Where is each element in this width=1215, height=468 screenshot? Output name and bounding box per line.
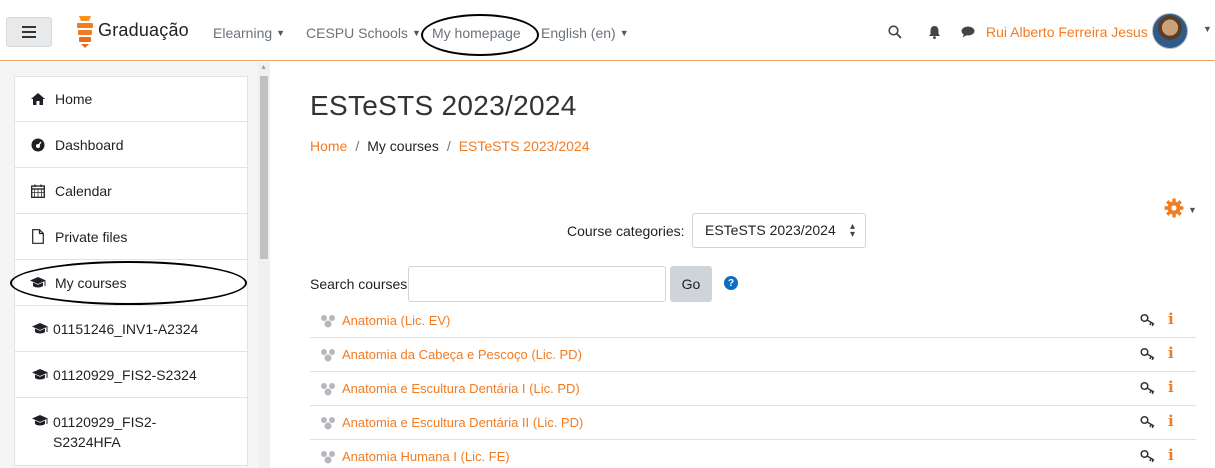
select-arrows-icon: ▴ ▾ <box>849 221 855 240</box>
sidebar-item-my-courses[interactable]: My courses <box>14 260 248 306</box>
gear-icon[interactable] <box>1164 198 1184 218</box>
course-row: Anatomia e Escultura Dentária I (Lic. PD… <box>310 372 1196 406</box>
breadcrumb-separator: / <box>446 138 451 154</box>
nav-my-homepage-label: My homepage <box>432 25 521 41</box>
course-row: Anatomia e Escultura Dentária II (Lic. P… <box>310 406 1196 440</box>
course-link[interactable]: Anatomia e Escultura Dentária I (Lic. PD… <box>342 381 580 396</box>
info-icon[interactable]: i <box>1168 412 1174 430</box>
nav-cespu-schools[interactable]: CESPU Schools ▼ <box>306 25 421 41</box>
nav-elearning[interactable]: Elearning ▼ <box>213 25 285 41</box>
nav-my-homepage[interactable]: My homepage <box>432 25 521 41</box>
sidebar-item-course[interactable]: 01151246_INV1-A2324 <box>14 306 248 352</box>
course-link[interactable]: Anatomia e Escultura Dentária II (Lic. P… <box>342 415 583 430</box>
graduation-cap-icon <box>31 415 49 427</box>
course-icon <box>320 382 338 396</box>
sidebar-item-course[interactable]: 01120929_FIS2-S2324 <box>14 352 248 398</box>
course-icon <box>320 416 338 430</box>
course-row: Anatomia Humana I (Lic. FE) i <box>310 440 1196 468</box>
key-icon[interactable] <box>1140 347 1156 361</box>
graduation-cap-icon <box>31 368 49 381</box>
breadcrumb-separator: / <box>355 138 360 154</box>
breadcrumb: Home / My courses / ESTeSTS 2023/2024 <box>310 138 589 154</box>
site-brand[interactable]: Graduação <box>98 20 189 41</box>
course-icon <box>320 314 338 328</box>
sidebar-item-course[interactable]: 01120929_FIS2- S2324HFA <box>14 398 248 466</box>
sidebar-item-dashboard[interactable]: Dashboard <box>14 122 248 168</box>
search-courses-label: Search courses <box>310 276 408 292</box>
key-icon[interactable] <box>1140 415 1156 429</box>
sidebar-item-calendar[interactable]: Calendar <box>14 168 248 214</box>
dashboard-icon <box>29 138 47 152</box>
chevron-down-icon[interactable]: ▼ <box>1203 24 1212 34</box>
go-button[interactable]: Go <box>670 266 712 302</box>
chevron-down-icon: ▼ <box>619 28 629 38</box>
info-icon[interactable]: i <box>1168 310 1174 328</box>
sidebar-item-label: Dashboard <box>55 136 124 153</box>
sidebar-item-label: Home <box>55 91 93 107</box>
chat-icon[interactable] <box>958 22 978 42</box>
course-link[interactable]: Anatomia Humana I (Lic. FE) <box>342 449 510 464</box>
logo-icon <box>77 16 93 48</box>
info-icon[interactable]: i <box>1168 344 1174 362</box>
sidebar-item-label: Calendar <box>55 182 112 199</box>
sidebar-item-label: 01120929_FIS2- S2324HFA <box>53 414 157 450</box>
sidebar-item-home[interactable]: Home <box>14 76 248 122</box>
info-icon[interactable]: i <box>1168 378 1174 396</box>
course-link[interactable]: Anatomia da Cabeça e Pescoço (Lic. PD) <box>342 347 582 362</box>
chevron-down-icon: ▼ <box>276 28 286 38</box>
sidebar-item-label: 01151246_INV1-A2324 <box>53 320 199 337</box>
course-row: Anatomia da Cabeça e Pescoço (Lic. PD) i <box>310 338 1196 372</box>
search-courses-input[interactable] <box>408 266 666 302</box>
scrollbar-thumb[interactable] <box>260 76 268 259</box>
chevron-down-icon: ▼ <box>411 28 421 38</box>
sidebar-item-private-files[interactable]: Private files <box>14 214 248 260</box>
scroll-up-arrow-icon[interactable]: ▲ <box>260 64 267 71</box>
key-icon[interactable] <box>1140 449 1156 463</box>
graduation-cap-icon <box>31 322 49 335</box>
user-name[interactable]: Rui Alberto Ferreira Jesus <box>986 24 1148 40</box>
home-icon <box>29 93 47 105</box>
nav-language-label: English (en) <box>541 25 616 41</box>
bell-icon[interactable] <box>924 22 944 42</box>
course-categories-select[interactable]: ESTeSTS 2023/2024 ▴ ▾ <box>692 213 866 248</box>
course-categories-value: ESTeSTS 2023/2024 <box>705 222 836 238</box>
sidebar-scrollbar[interactable]: ▲ <box>258 62 270 468</box>
chevron-down-icon[interactable]: ▼ <box>1188 205 1197 215</box>
nav-language[interactable]: English (en) ▼ <box>541 25 629 41</box>
info-icon[interactable]: i <box>1168 446 1174 464</box>
sidebar-nav: Home Dashboard Calendar Private files My… <box>14 76 248 466</box>
course-link[interactable]: Anatomia (Lic. EV) <box>342 313 450 328</box>
calendar-icon <box>29 184 47 198</box>
graduation-cap-icon <box>29 276 47 289</box>
breadcrumb-current[interactable]: ESTeSTS 2023/2024 <box>459 138 590 154</box>
nav-cespu-schools-label: CESPU Schools <box>306 25 408 41</box>
help-icon[interactable]: ? <box>724 276 738 290</box>
course-categories-label: Course categories: <box>567 223 685 239</box>
page-title: ESTeSTS 2023/2024 <box>310 90 577 121</box>
sidebar-item-label: My courses <box>55 274 127 291</box>
top-navbar: Graduação Elearning ▼ CESPU Schools ▼ My h… <box>0 0 1215 61</box>
menu-icon <box>22 31 36 33</box>
key-icon[interactable] <box>1140 381 1156 395</box>
course-icon <box>320 348 338 362</box>
file-icon <box>29 229 47 244</box>
menu-toggle-button[interactable] <box>6 17 52 47</box>
course-row: Anatomia (Lic. EV) i <box>310 304 1196 338</box>
avatar[interactable] <box>1152 13 1188 49</box>
nav-elearning-label: Elearning <box>213 25 273 41</box>
sidebar-item-label: 01120929_FIS2-S2324 <box>53 366 197 383</box>
breadcrumb-home[interactable]: Home <box>310 138 347 154</box>
sidebar-item-label: Private files <box>55 228 128 245</box>
course-icon <box>320 450 338 464</box>
key-icon[interactable] <box>1140 313 1156 327</box>
sidebar: Home Dashboard Calendar Private files My… <box>0 62 268 468</box>
search-icon[interactable] <box>885 22 905 42</box>
breadcrumb-my-courses[interactable]: My courses <box>367 138 439 154</box>
course-list: Anatomia (Lic. EV) i Anatomia da Cabeça … <box>310 304 1196 468</box>
